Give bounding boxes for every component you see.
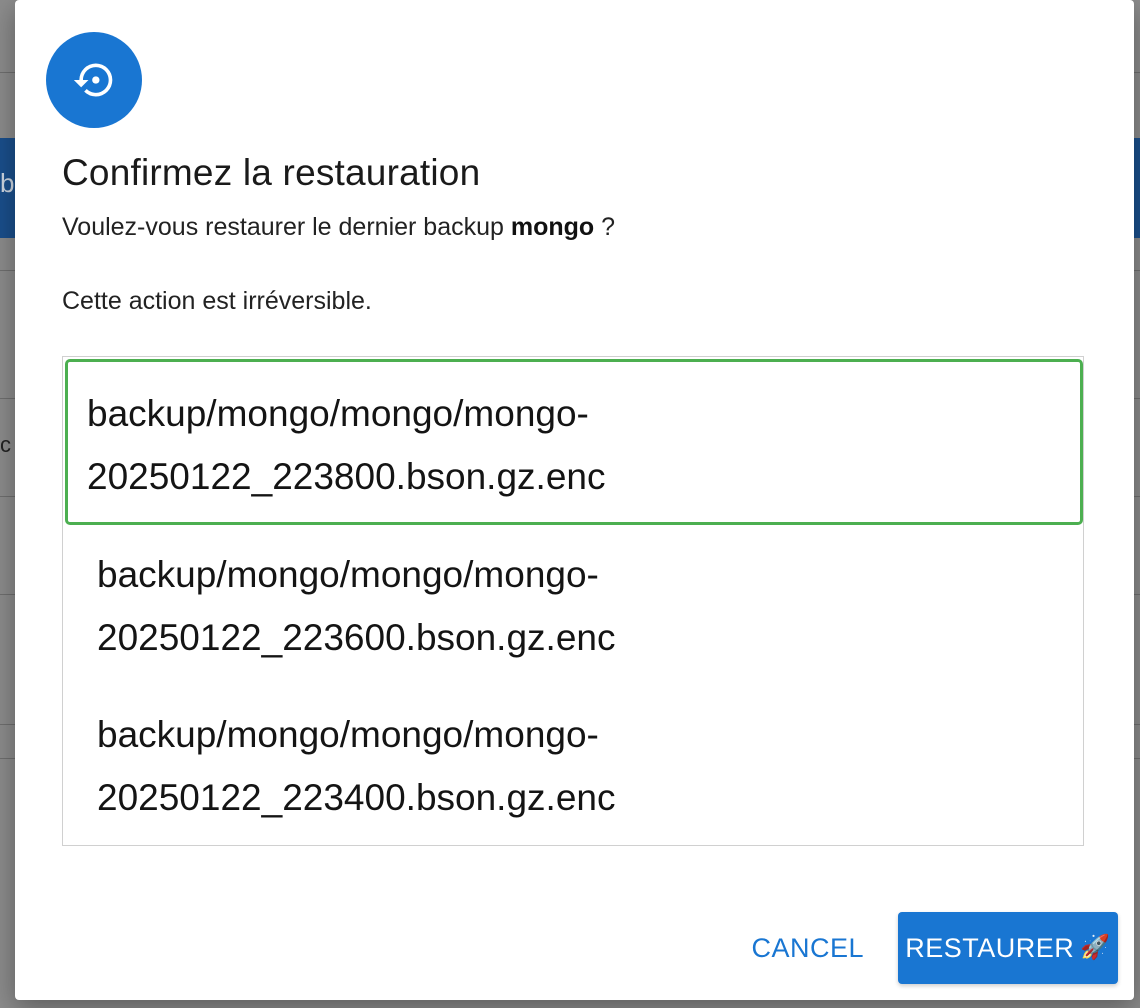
question-prefix: Voulez-vous restaurer le dernier backup [62,213,504,241]
backup-option[interactable]: backup/mongo/mongo/mongo- 20250122_22360… [97,543,615,669]
restore-confirm-dialog: Confirmez la restauration Voulez-vous re… [15,0,1134,1000]
backup-path-line: backup/mongo/mongo/mongo- [97,554,599,595]
background-text-fragment: b [0,168,15,198]
dialog-actions: CANCEL RESTAURER 🚀 [749,912,1118,984]
backup-path-line: backup/mongo/mongo/mongo- [97,714,599,755]
backup-option[interactable]: backup/mongo/mongo/mongo- 20250122_22340… [97,703,615,829]
restore-button-label: RESTAURER [905,932,1075,963]
backup-path-line: 20250122_223600.bson.gz.enc [97,617,616,658]
rocket-icon: 🚀 [1080,934,1111,961]
cancel-button[interactable]: CANCEL [749,919,866,978]
dialog-warning: Cette action est irréversible. [62,287,372,315]
background-text-fragment: c [0,432,11,457]
backup-path-line: 20250122_223400.bson.gz.enc [97,777,616,818]
backup-path-line: 20250122_223800.bson.gz.enc [87,456,606,497]
dialog-question: Voulez-vous restaurer le dernier backup … [62,213,615,242]
restore-icon [46,32,142,128]
backup-name: mongo [510,213,595,241]
restore-icon-glyph [73,63,113,97]
restore-button[interactable]: RESTAURER 🚀 [898,912,1118,984]
dialog-title: Confirmez la restauration [62,152,481,193]
question-suffix: ? [601,213,616,241]
backup-path-line: backup/mongo/mongo/mongo- [87,393,589,434]
backup-option-selected[interactable]: backup/mongo/mongo/mongo- 20250122_22380… [65,359,1083,525]
backup-list: backup/mongo/mongo/mongo- 20250122_22380… [62,356,1084,846]
